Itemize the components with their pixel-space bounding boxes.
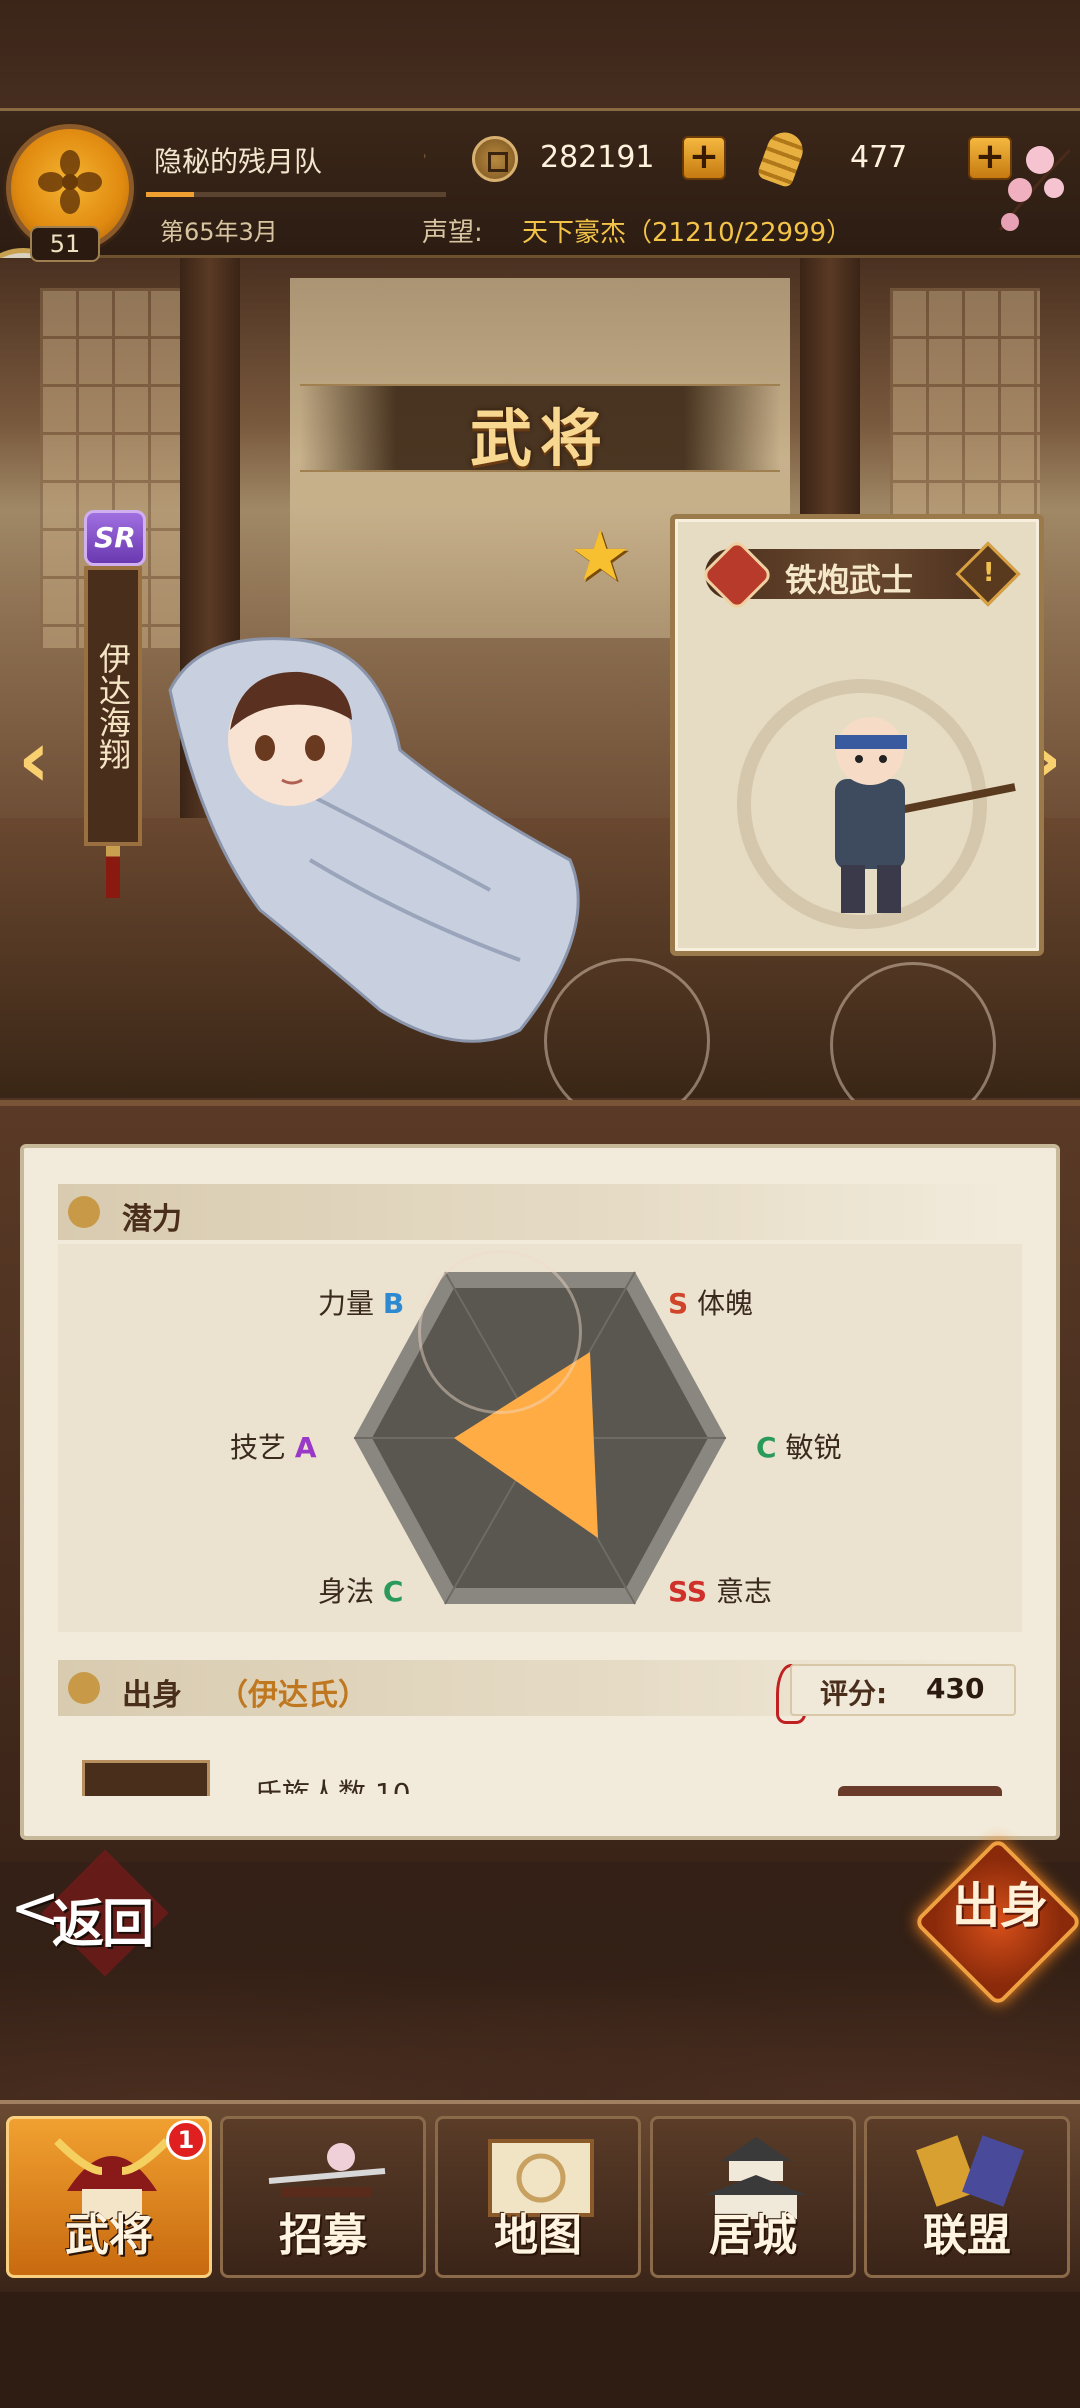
- stat-skill: 技艺 A: [230, 1431, 317, 1464]
- potential-icon: [68, 1196, 100, 1228]
- player-level: 51: [30, 226, 100, 262]
- score-value: 430: [926, 1672, 985, 1705]
- potential-header: 潜力: [58, 1184, 1018, 1240]
- stat-agility: 身法 C: [318, 1575, 404, 1608]
- chevron-left-icon[interactable]: ‹: [14, 716, 54, 806]
- potential-title: 潜力: [122, 1202, 182, 1237]
- coin-count: 282191: [540, 140, 655, 175]
- nav-castle[interactable]: 居城: [650, 2116, 856, 2278]
- gunner-sprite: [835, 717, 1016, 913]
- add-coins-button[interactable]: +: [682, 136, 726, 180]
- stat-strength: 力量 B: [318, 1287, 405, 1320]
- clan-detail-button[interactable]: [838, 1786, 1002, 1796]
- crest-flower-icon: [38, 150, 102, 214]
- rarity-badge: SR: [84, 510, 146, 566]
- nav-label: 武将: [65, 2210, 153, 2261]
- clan-member-count: 氏族人数 10: [254, 1777, 411, 1794]
- hero-name-plate: 伊达海翔: [84, 566, 142, 846]
- score-label: 评分:: [820, 1677, 888, 1710]
- notification-badge: 1: [166, 2120, 206, 2160]
- game-screen: 51 隐秘的残月队 第65年3月 282191 + 477 + 声望: 天下豪杰…: [0, 0, 1080, 2408]
- nav-alliance[interactable]: 联盟: [864, 2116, 1070, 2278]
- unit-card[interactable]: 铁炮武士 !: [670, 514, 1044, 956]
- origin-icon: [68, 1672, 100, 1704]
- stat-acuity: C 敏锐: [756, 1431, 842, 1464]
- stat-will: SS 意志: [668, 1575, 772, 1608]
- star-icon[interactable]: ★: [564, 521, 636, 591]
- reputation-label: 声望:: [422, 218, 483, 248]
- reputation-value: 天下豪杰（21210/22999）: [522, 218, 853, 248]
- origin-clan: （伊达氏）: [218, 1678, 368, 1713]
- bullet-count: 477: [850, 140, 908, 175]
- hero-portrait[interactable]: [160, 630, 630, 1050]
- back-label: 返回: [52, 1894, 154, 1955]
- game-date: 第65年3月: [160, 218, 278, 246]
- stat-physique: S 体魄: [668, 1287, 754, 1320]
- team-name[interactable]: 隐秘的残月队: [154, 140, 322, 180]
- nav-label: 居城: [709, 2210, 797, 2261]
- cherry-blossom-icon: [998, 146, 1070, 231]
- origin-title: 出身: [122, 1678, 182, 1713]
- experience-bar: [146, 192, 446, 197]
- nav-label: 招募: [279, 2210, 367, 2261]
- page-title: 武将: [469, 402, 610, 475]
- nav-label: 联盟: [923, 2210, 1011, 2261]
- hero-name: 伊达海翔: [94, 642, 132, 770]
- coin-icon: [472, 136, 518, 182]
- footer-band: [0, 2292, 1080, 2408]
- unit-name: 铁炮武士: [785, 561, 914, 599]
- nav-label: 地图: [494, 2210, 582, 2261]
- origin-button-label: 出身: [951, 1878, 1048, 1934]
- nav-map[interactable]: 地图: [435, 2116, 641, 2278]
- clan-icon: [82, 1760, 210, 1796]
- nav-recruit[interactable]: 招募: [220, 2116, 426, 2278]
- tassel-decoration: [106, 846, 120, 898]
